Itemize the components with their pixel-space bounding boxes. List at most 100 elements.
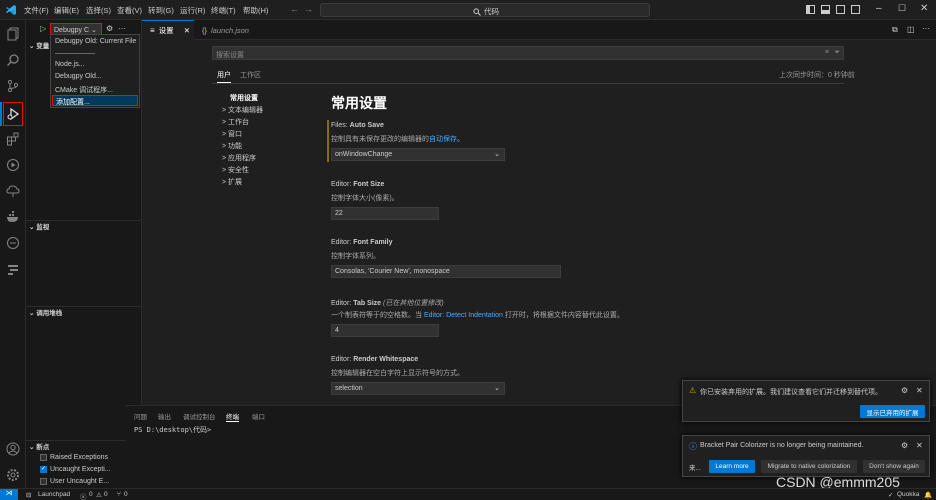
notification-gear-icon[interactable]: ⚙	[901, 386, 908, 395]
dropdown-item[interactable]: Debugpy Old...	[55, 73, 102, 83]
account-icon[interactable]	[4, 440, 22, 458]
font-family-input[interactable]: Consolas, 'Courier New', monospace	[331, 265, 561, 278]
toc-item[interactable]: > 文本编辑器	[222, 105, 263, 115]
settings-search-placeholder: 搜索设置	[216, 52, 244, 59]
scope-tab-workspace[interactable]: 工作区	[240, 70, 261, 80]
source-control-icon[interactable]	[4, 77, 22, 95]
remote-indicator-icon[interactable]: ⋊	[0, 489, 18, 500]
close-notification-icon[interactable]: ✕	[916, 386, 923, 395]
settings-search-input[interactable]: 搜索设置 ≡ ⏷	[212, 46, 844, 60]
menu-terminal[interactable]: 终端(T)	[211, 5, 236, 16]
more-actions-icon[interactable]: ···	[118, 24, 126, 33]
auto-save-select[interactable]: onWindowChange ⌄	[331, 148, 505, 161]
panel-tab-ports[interactable]: 端口	[252, 411, 265, 421]
font-size-input[interactable]: 22	[331, 207, 439, 220]
section-watch[interactable]: ⌄ 监视	[26, 220, 142, 232]
tab-settings[interactable]: ≡ 设置 ✕	[142, 20, 194, 40]
tab-launch-json[interactable]: {} launch.json	[196, 20, 276, 40]
learn-more-button[interactable]: Learn more	[709, 460, 755, 473]
more-actions-icon[interactable]: ···	[922, 24, 930, 33]
warnings-icon[interactable]: ⚠	[96, 491, 102, 499]
testing-icon[interactable]	[4, 156, 22, 174]
toggle-secondary-sidebar-icon[interactable]	[836, 5, 845, 14]
auto-save-link[interactable]: 自动保存	[429, 136, 457, 143]
explorer-icon[interactable]	[4, 25, 22, 43]
maximize-icon[interactable]: ☐	[898, 3, 906, 14]
ports-icon[interactable]: ⑂	[117, 491, 121, 498]
menu-run[interactable]: 运行(R)	[180, 5, 205, 16]
menu-file[interactable]: 文件(F)	[24, 5, 49, 16]
remote-explorer-icon[interactable]	[4, 182, 22, 200]
manage-gear-icon[interactable]	[4, 466, 22, 484]
timeline-icon[interactable]	[4, 260, 22, 278]
breakpoint-item[interactable]: ✓ Uncaught Excepti...	[40, 466, 111, 473]
search-view-icon[interactable]	[4, 51, 22, 69]
close-tab-icon[interactable]: ✕	[184, 26, 190, 35]
command-center[interactable]: 代码	[320, 3, 650, 17]
checkbox[interactable]	[40, 478, 47, 485]
desc-end: 打开时，将根据文件内容替代此设置。	[504, 312, 624, 319]
open-settings-json-icon[interactable]: ⧉	[892, 25, 898, 35]
minimize-icon[interactable]: –	[876, 3, 882, 14]
show-deprecated-button[interactable]: 显示已弃用的扩展	[860, 405, 925, 418]
tab-size-input[interactable]: 4	[331, 324, 439, 337]
toc-item[interactable]: > 应用程序	[222, 153, 256, 163]
run-and-debug-icon[interactable]	[3, 102, 23, 126]
menu-selection[interactable]: 选择(S)	[86, 5, 111, 16]
render-whitespace-select[interactable]: selection ⌄	[331, 382, 505, 395]
dropdown-item[interactable]: Debugpy Old: Current File	[55, 38, 136, 48]
errors-icon[interactable]: ⓧ	[80, 491, 87, 500]
panel-tab-terminal[interactable]: 终端	[226, 411, 239, 422]
menu-go[interactable]: 转到(G)	[148, 5, 174, 16]
filter-icon[interactable]: ⏷	[834, 49, 840, 57]
panel-tab-problems[interactable]: 问题	[134, 411, 147, 421]
notifications-bell-icon[interactable]: 🔔	[924, 491, 932, 499]
breakpoint-item[interactable]: User Uncaught E...	[40, 478, 109, 485]
quokka-label[interactable]: Quokka	[897, 491, 919, 498]
docker-icon[interactable]	[4, 208, 22, 226]
forward-arrow-icon[interactable]: →	[304, 4, 313, 14]
customize-layout-icon[interactable]	[851, 5, 860, 14]
menu-edit[interactable]: 编辑(E)	[54, 5, 79, 16]
toggle-sidebar-icon[interactable]	[806, 5, 815, 14]
terminal-prompt[interactable]: PS D:\desktop\代码>	[134, 425, 211, 435]
back-arrow-icon[interactable]: ←	[290, 4, 299, 14]
toc-item-common[interactable]: 常用设置	[230, 93, 258, 103]
panel-tab-output[interactable]: 输出	[158, 411, 171, 421]
launchpad-icon[interactable]: ⊟	[26, 491, 31, 499]
menu-view[interactable]: 查看(V)	[117, 5, 142, 16]
start-debugging-icon[interactable]: ▷	[40, 24, 46, 33]
close-notification-icon[interactable]: ✕	[916, 441, 923, 450]
live-share-icon[interactable]	[4, 234, 22, 252]
dropdown-item[interactable]: Node.js...	[55, 61, 85, 71]
checkbox[interactable]	[40, 454, 47, 461]
setting-name: Font Size	[353, 181, 385, 188]
toc-item[interactable]: > 功能	[222, 141, 242, 151]
notification-gear-icon[interactable]: ⚙	[901, 441, 908, 450]
last-sync-text: 上次同步时间：0 秒钟前	[779, 72, 855, 79]
panel-tab-debug-console[interactable]: 调试控制台	[183, 411, 216, 421]
toc-item[interactable]: > 窗口	[222, 129, 242, 139]
split-editor-icon[interactable]: ◫	[907, 25, 915, 34]
dont-show-again-button[interactable]: Don't show again	[863, 460, 925, 473]
breakpoint-item[interactable]: Raised Exceptions	[40, 454, 108, 461]
dropdown-item-add-config[interactable]: 添加配置...	[52, 95, 138, 106]
toc-item[interactable]: > 安全性	[222, 165, 249, 175]
clear-filter-icon[interactable]: ≡	[825, 49, 829, 56]
detect-indentation-link[interactable]: Editor: Detect Indentation	[424, 312, 503, 319]
checkbox-checked[interactable]: ✓	[40, 466, 47, 473]
toggle-panel-icon[interactable]	[821, 5, 830, 14]
migrate-button[interactable]: Migrate to native colorization	[761, 460, 857, 473]
launchpad-label[interactable]: Launchpad	[38, 491, 70, 498]
debug-settings-gear-icon[interactable]: ⚙	[106, 24, 113, 33]
close-window-icon[interactable]: ✕	[920, 3, 928, 14]
menu-help[interactable]: 帮助(H)	[243, 5, 268, 16]
scope-tab-user[interactable]: 用户	[217, 70, 231, 83]
section-breakpoints[interactable]: ⌄ 断点	[26, 440, 142, 452]
toc-item[interactable]: > 扩展	[222, 177, 242, 187]
toc-item[interactable]: > 工作台	[222, 117, 249, 127]
section-call-stack[interactable]: ⌄ 调用堆栈	[26, 306, 142, 318]
extensions-icon[interactable]	[4, 130, 22, 148]
quokka-icon[interactable]: ✓	[888, 491, 893, 499]
dropdown-item[interactable]: CMake 调试程序...	[55, 85, 113, 95]
